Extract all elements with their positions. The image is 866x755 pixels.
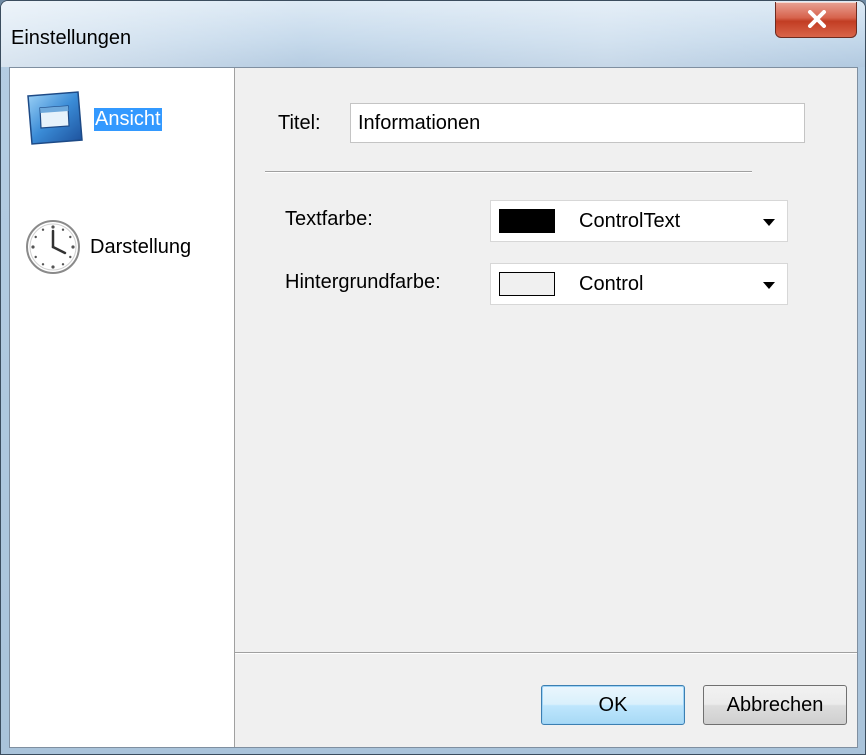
chevron-down-icon (763, 282, 775, 289)
ok-button[interactable]: OK (541, 685, 685, 725)
sidebar-item-label: Ansicht (94, 107, 162, 131)
bgcolor-value: Control (579, 273, 644, 295)
textcolor-select[interactable]: ControlText (490, 200, 788, 242)
title-bar[interactable]: Einstellungen (1, 1, 865, 67)
title-input[interactable] (350, 103, 805, 143)
close-button[interactable] (775, 2, 857, 38)
textcolor-label: Textfarbe: (285, 208, 373, 230)
clock-icon (26, 220, 80, 274)
settings-window: Einstellungen Ansicht Darstellung Titel:… (0, 0, 866, 755)
dialog-client-area: Ansicht Darstellung Titel: Informationen… (9, 67, 858, 748)
sidebar-item-label: Darstellung (90, 235, 192, 258)
color-swatch (499, 272, 555, 296)
window-title: Einstellungen (11, 27, 132, 49)
chevron-down-icon (763, 219, 775, 226)
title-label: Titel: (278, 112, 321, 134)
color-swatch (499, 209, 555, 233)
bgcolor-select[interactable]: Control (490, 263, 788, 305)
close-icon (808, 10, 826, 28)
textcolor-value: ControlText (579, 210, 681, 232)
display-window-icon (27, 91, 83, 145)
sidebar: Ansicht Darstellung (10, 68, 235, 747)
sidebar-item-darstellung[interactable]: Darstellung (24, 218, 191, 276)
bgcolor-label: Hintergrundfarbe: (285, 271, 441, 293)
cancel-button[interactable]: Abbrechen (703, 685, 847, 725)
settings-panel: Titel: Textfarbe: ControlText Hintergrun… (235, 68, 857, 747)
top-divider (265, 171, 752, 173)
sidebar-item-ansicht[interactable]: Ansicht (24, 90, 162, 148)
bottom-divider (235, 652, 857, 654)
